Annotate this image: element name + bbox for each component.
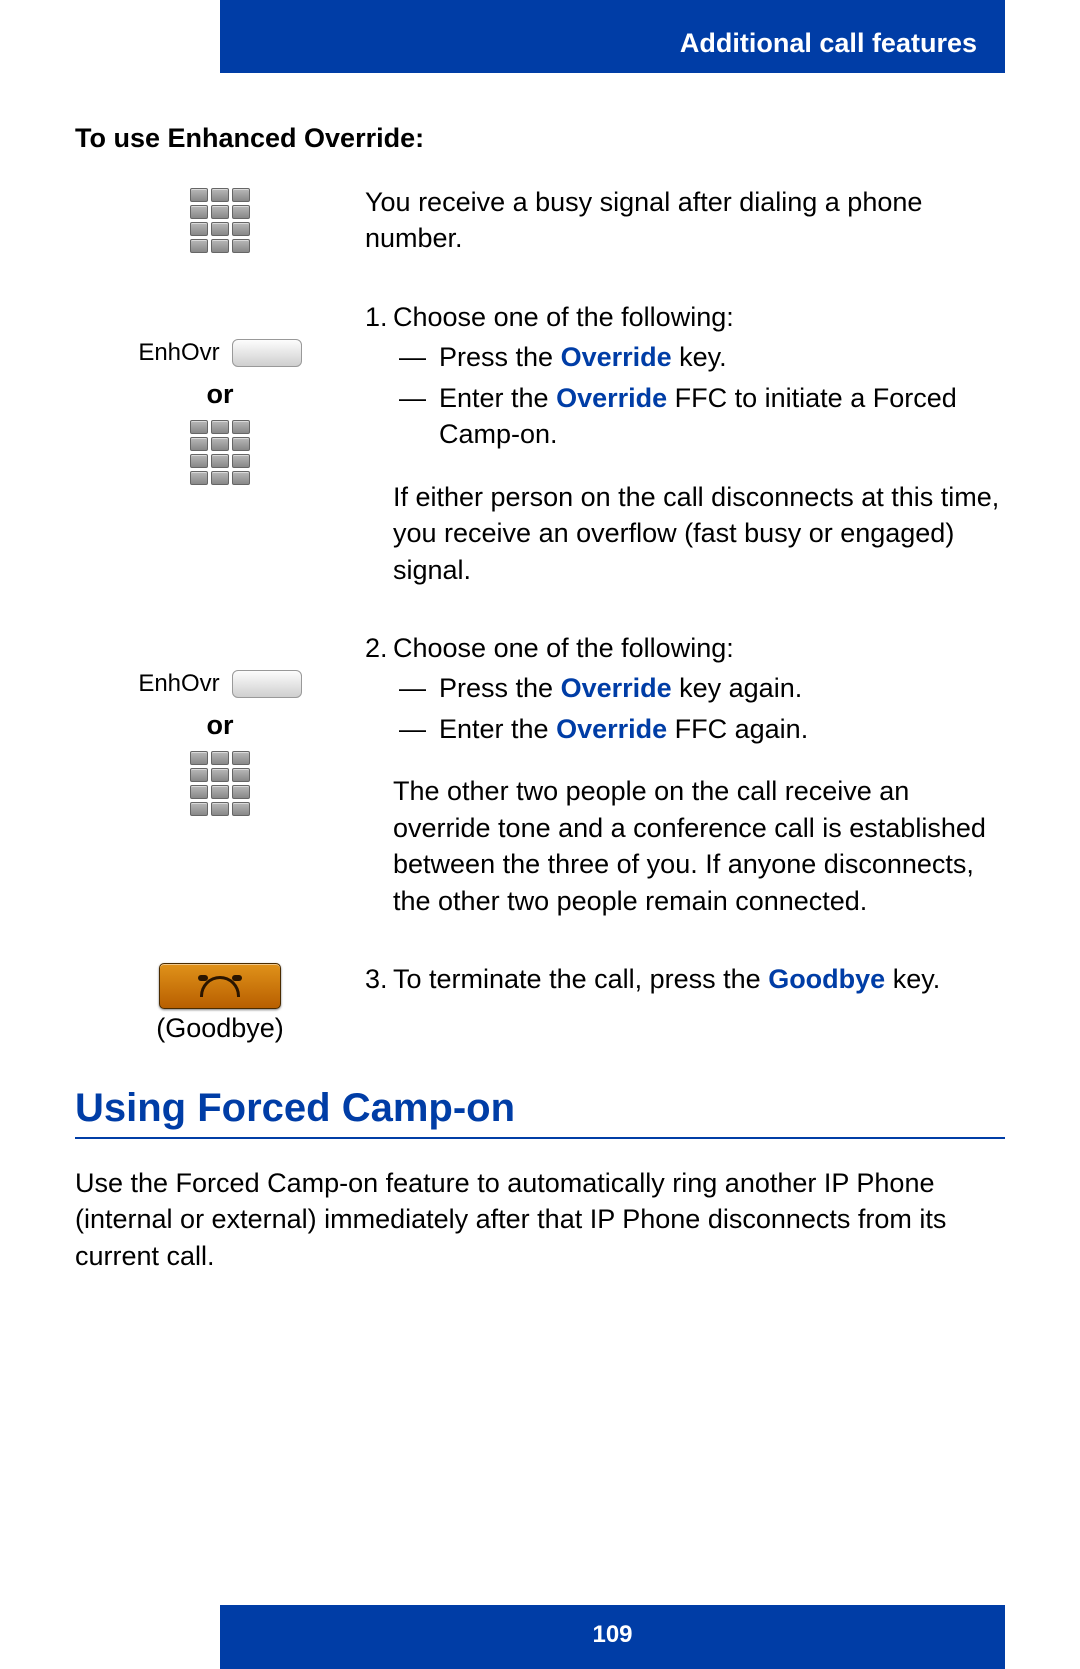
text: Enter the <box>439 714 556 744</box>
override-ffc-name: Override <box>556 383 667 413</box>
softkey-button-icon <box>232 670 302 698</box>
dash-icon: — <box>399 380 439 453</box>
or-label: or <box>207 379 234 410</box>
step-2-icon-col: EnhOvr or <box>75 630 365 818</box>
step-2-bullet-b: — Enter the Override FFC again. <box>399 711 1005 747</box>
text: Enter the <box>439 383 556 413</box>
intro-text: You receive a busy signal after dialing … <box>365 184 1005 257</box>
header-band: Additional call features <box>220 0 1005 73</box>
or-label: or <box>207 710 234 741</box>
keypad-icon <box>190 420 250 485</box>
step-intro-row: You receive a busy signal after dialing … <box>75 184 1005 257</box>
softkey-enhovr: EnhOvr <box>138 670 301 698</box>
step-2-note: The other two people on the call receive… <box>365 773 1005 919</box>
step-2-bullet-a: — Press the Override key again. <box>399 670 1005 706</box>
softkey-label: EnhOvr <box>138 670 219 698</box>
list-number: 1. <box>365 299 393 335</box>
text: To terminate the call, press the <box>393 964 768 994</box>
section-heading: Using Forced Camp-on <box>75 1086 1005 1131</box>
text: FFC again. <box>667 714 808 744</box>
step-1-note: If either person on the call disconnects… <box>365 479 1005 588</box>
page-number: 109 <box>220 1605 1005 1669</box>
dash-icon: — <box>399 670 439 706</box>
section-title: Additional call features <box>680 28 977 58</box>
list-number: 3. <box>365 961 393 997</box>
step-1-bullet-a: — Press the Override key. <box>399 339 1005 375</box>
text: key again. <box>672 673 803 703</box>
step-3-text: 3. To terminate the call, press the Good… <box>365 961 1005 997</box>
step-2-lead-text: Choose one of the following: <box>393 630 734 666</box>
step-1-bullet-b: — Enter the Override FFC to initiate a F… <box>399 380 1005 453</box>
step-3-row: (Goodbye) 3. To terminate the call, pres… <box>75 961 1005 1044</box>
step-3-icon-col: (Goodbye) <box>75 961 365 1044</box>
text: Press the <box>439 342 561 372</box>
procedure-heading: To use Enhanced Override: <box>75 123 1005 154</box>
dash-icon: — <box>399 339 439 375</box>
goodbye-caption: (Goodbye) <box>156 1013 284 1044</box>
intro-icon-col <box>75 184 365 255</box>
footer-band: 109 <box>0 1605 1080 1669</box>
step-2-lead: 2. Choose one of the following: <box>365 630 1005 666</box>
override-key-name: Override <box>561 673 672 703</box>
dash-icon: — <box>399 711 439 747</box>
step-1-icon-col: EnhOvr or <box>75 299 365 487</box>
text: key. <box>672 342 727 372</box>
section-body: Use the Forced Camp-on feature to automa… <box>75 1165 1005 1274</box>
step-2-text: 2. Choose one of the following: — Press … <box>365 630 1005 919</box>
override-ffc-name: Override <box>556 714 667 744</box>
step-1-row: EnhOvr or 1. Choose one of the following… <box>75 299 1005 588</box>
step-1-lead-text: Choose one of the following: <box>393 299 734 335</box>
keypad-icon <box>190 188 250 253</box>
softkey-button-icon <box>232 339 302 367</box>
step-1-lead: 1. Choose one of the following: <box>365 299 1005 335</box>
page-body: To use Enhanced Override: You receive a … <box>0 73 1080 1274</box>
heading-rule <box>75 1137 1005 1139</box>
text: key. <box>885 964 940 994</box>
softkey-enhovr: EnhOvr <box>138 339 301 367</box>
goodbye-key-icon <box>159 963 281 1009</box>
softkey-label: EnhOvr <box>138 339 219 367</box>
step-1-text: 1. Choose one of the following: — Press … <box>365 299 1005 588</box>
goodbye-key-name: Goodbye <box>768 964 885 994</box>
handset-icon <box>200 976 240 997</box>
keypad-icon <box>190 751 250 816</box>
list-number: 2. <box>365 630 393 666</box>
text: Press the <box>439 673 561 703</box>
override-key-name: Override <box>561 342 672 372</box>
step-2-row: EnhOvr or 2. Choose one of the following… <box>75 630 1005 919</box>
